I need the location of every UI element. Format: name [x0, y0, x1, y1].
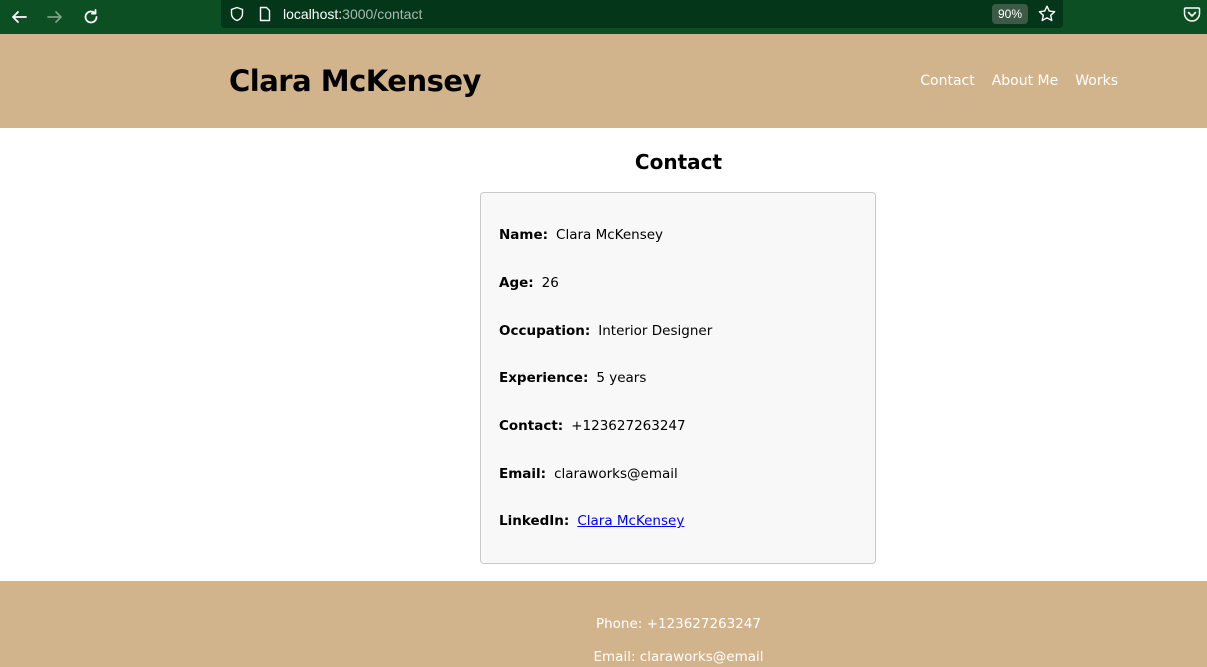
row-label: Age: [499, 275, 534, 291]
row-label: Email: [499, 466, 547, 482]
contact-row-experience: Experience: 5 years [499, 370, 646, 386]
contact-card: Name: Clara McKensey Age: 26 Occupation: In… [480, 192, 876, 564]
site-nav: Contact About Me Works [920, 73, 1118, 89]
row-label: Occupation: [499, 323, 591, 339]
contact-row-occupation: Occupation: Interior Designer [499, 323, 712, 339]
nav-link-works[interactable]: Works [1075, 73, 1118, 89]
shield-icon[interactable] [228, 5, 246, 23]
footer-email: Email: claraworks@email [593, 649, 764, 665]
linkedin-link[interactable]: Clara McKensey [577, 513, 684, 529]
url-path: 3000/contact [342, 6, 423, 22]
browser-toolbar: localhost:3000/contact 90% [0, 0, 1207, 34]
row-value: Clara McKensey [556, 227, 664, 243]
site-footer: Phone: +123627263247 Email: claraworks@e… [0, 581, 1207, 667]
row-label: LinkedIn: [499, 513, 570, 529]
row-value: +123627263247 [571, 418, 686, 434]
page-heading: Contact [634, 150, 723, 174]
contact-row-linkedin: LinkedIn: Clara McKensey [499, 513, 684, 529]
address-bar[interactable]: localhost:3000/contact 90% [221, 0, 1063, 28]
forward-arrow-icon [47, 11, 62, 23]
row-value: 26 [541, 275, 559, 291]
reload-button[interactable] [77, 3, 105, 31]
star-icon[interactable] [1037, 4, 1057, 24]
row-value: 5 years [596, 370, 647, 386]
row-label: Contact: [499, 418, 564, 434]
site-header: Clara McKensey Contact About Me Works [0, 34, 1207, 128]
footer-phone: Phone: +123627263247 [595, 616, 762, 632]
contact-row-age: Age: 26 [499, 275, 559, 291]
row-label: Name: [499, 227, 549, 243]
row-label: Experience: [499, 370, 589, 386]
row-value: Interior Designer [598, 323, 713, 339]
page-icon[interactable] [256, 5, 274, 23]
back-button[interactable] [5, 3, 33, 31]
pocket-icon[interactable] [1183, 5, 1201, 23]
nav-link-about-me[interactable]: About Me [992, 73, 1059, 89]
site-title[interactable]: Clara McKensey [229, 64, 481, 98]
nav-link-contact[interactable]: Contact [920, 73, 974, 89]
zoom-level-badge[interactable]: 90% [992, 4, 1029, 24]
contact-row-phone: Contact: +123627263247 [499, 418, 686, 434]
row-value: claraworks@email [554, 466, 678, 482]
reload-icon [84, 9, 98, 24]
back-arrow-icon [12, 11, 27, 23]
forward-button[interactable] [41, 3, 69, 31]
contact-row-email: Email: claraworks@email [499, 466, 678, 482]
contact-row-name: Name: Clara McKensey [499, 227, 663, 243]
url-host: localhost: [283, 6, 343, 22]
url-text[interactable]: localhost:3000/contact [283, 6, 422, 22]
